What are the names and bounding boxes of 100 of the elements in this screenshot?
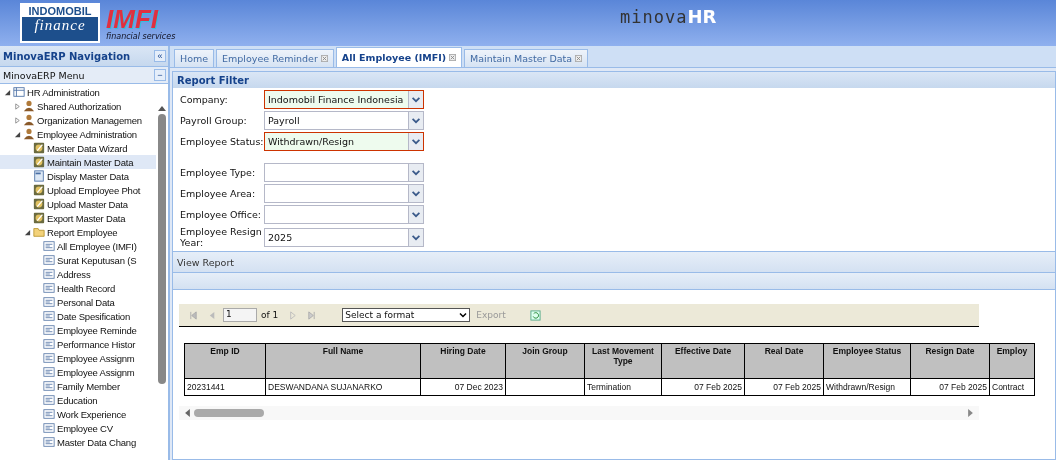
tree-item[interactable]: Employee Administration <box>0 127 156 141</box>
list-icon <box>43 296 55 308</box>
notepad-icon <box>33 184 45 196</box>
list-icon <box>43 352 55 364</box>
tab[interactable]: Maintain Master Data <box>464 49 589 67</box>
dropdown-field[interactable] <box>264 184 424 203</box>
dropdown-field[interactable] <box>264 163 424 182</box>
field-label: Employee Area: <box>180 188 257 199</box>
collapse-button[interactable]: − <box>154 69 166 81</box>
table-cell: 07 Dec 2023 <box>420 378 506 396</box>
logo-text: finance <box>34 17 86 34</box>
table-cell: Withdrawn/Resign <box>823 378 911 396</box>
list-icon <box>43 436 55 448</box>
list-icon <box>43 282 55 294</box>
list-icon <box>43 408 55 420</box>
tree-item[interactable]: Employee Assignm <box>0 365 156 379</box>
tree-item[interactable]: Upload Master Data <box>0 197 156 211</box>
column-header: Employee Status <box>823 343 911 379</box>
panel-title: Report Filter <box>177 74 249 86</box>
table-cell: Contract <box>989 378 1035 396</box>
list-icon <box>43 394 55 406</box>
tab[interactable]: All Employee (IMFI) <box>335 47 463 67</box>
list-icon <box>43 254 55 266</box>
list-icon <box>43 268 55 280</box>
tree-item[interactable]: Report Employee <box>0 225 156 239</box>
notepad-icon <box>33 156 45 168</box>
notepad-icon <box>33 212 45 224</box>
tree-item[interactable]: Surat Keputusan (S <box>0 253 156 267</box>
column-header: Effective Date <box>661 343 745 379</box>
person-icon <box>23 100 35 112</box>
folder-icon <box>33 226 45 238</box>
scroll-up-icon[interactable] <box>158 106 166 111</box>
format-select[interactable]: Select a format <box>342 308 471 322</box>
tab[interactable]: Employee Reminder <box>216 49 334 67</box>
dropdown-field[interactable]: 2025 <box>264 227 424 247</box>
list-icon <box>43 310 55 322</box>
tree-item[interactable]: Personal Data <box>0 295 156 309</box>
list-icon <box>43 366 55 378</box>
scroll-right-icon[interactable] <box>968 409 973 417</box>
scroll-left-icon[interactable] <box>185 409 190 417</box>
field-label: Employee Type: <box>180 167 257 178</box>
close-icon[interactable] <box>575 55 583 62</box>
column-header: Emp ID <box>184 343 266 379</box>
table-cell: 07 Feb 2025 <box>910 378 990 396</box>
brand-logo-text: IMFI <box>106 5 158 32</box>
tree-item[interactable]: Maintain Master Data <box>0 155 156 169</box>
tree-item[interactable]: Performance Histor <box>0 337 156 351</box>
close-icon[interactable] <box>320 55 328 62</box>
column-header: Resign Date <box>910 343 990 379</box>
view-report-button[interactable]: View Report <box>177 256 235 268</box>
field-label: Employee Resign Year: <box>180 226 263 248</box>
dropdown-field[interactable]: Withdrawn/Resign <box>264 132 424 151</box>
table-cell: Termination <box>584 378 662 396</box>
close-icon[interactable] <box>449 54 457 61</box>
tree-item[interactable]: Upload Employee Phot <box>0 183 156 197</box>
field-label: Employee Office: <box>180 209 262 220</box>
table-cell: 07 Feb 2025 <box>661 378 745 396</box>
tree-item[interactable]: Master Data Chang <box>0 435 156 449</box>
page-number-field[interactable]: 1 <box>223 308 257 322</box>
tree-item[interactable]: All Employee (IMFI) <box>0 239 156 253</box>
panel-title: MinovaERP Navigation <box>3 50 131 62</box>
list-icon <box>43 338 55 350</box>
tree-item[interactable]: HR Administration <box>0 85 156 99</box>
tree-item[interactable]: Employee Reminde <box>0 323 156 337</box>
notepad-icon <box>33 198 45 210</box>
tree-item[interactable]: Date Spesification <box>0 309 156 323</box>
tree-item[interactable]: Export Master Data <box>0 211 156 225</box>
tree-item[interactable]: Employee Assignm <box>0 351 156 365</box>
tab[interactable]: Home <box>174 49 215 67</box>
tree-item[interactable]: Master Data Wizard <box>0 141 156 155</box>
dropdown-field[interactable]: Indomobil Finance Indonesia <box>264 90 424 109</box>
tree-item[interactable]: Family Member <box>0 379 156 393</box>
tree-item[interactable]: Organization Managemen <box>0 113 156 127</box>
grid-icon <box>13 86 25 98</box>
tree-item[interactable]: Employee CV <box>0 421 156 435</box>
app-logo-text: minova <box>620 7 688 27</box>
person-icon <box>23 114 35 126</box>
table-cell: DESWANDANA SUJANARKO <box>265 378 421 396</box>
tree-item[interactable]: Address <box>0 267 156 281</box>
refresh-icon[interactable] <box>529 309 541 321</box>
tree-item[interactable]: Display Master Data <box>0 169 156 183</box>
menu-title: MinovaERP Menu <box>3 69 85 81</box>
column-header: Hiring Date <box>420 343 506 379</box>
tree-item[interactable]: Health Record <box>0 281 156 295</box>
tree-item[interactable]: Work Experience <box>0 407 156 421</box>
first-page-icon[interactable] <box>189 310 198 320</box>
expand-arrow-icon[interactable] <box>24 228 31 236</box>
column-header: Last Movement Type <box>584 343 662 379</box>
document-icon <box>33 170 45 182</box>
list-icon <box>43 380 55 392</box>
logo-text: INDOMOBIL <box>22 5 98 17</box>
table-cell: 20231441 <box>184 378 266 396</box>
list-icon <box>43 324 55 336</box>
scrollbar[interactable] <box>179 406 979 420</box>
dropdown-field[interactable]: Payroll <box>264 111 424 130</box>
dropdown-field[interactable] <box>264 205 424 224</box>
tree-item[interactable]: Shared Authorization <box>0 99 156 113</box>
chevron-down-icon[interactable] <box>459 312 468 318</box>
tree-item[interactable]: Education <box>0 393 156 407</box>
collapse-button[interactable]: « <box>154 50 166 62</box>
